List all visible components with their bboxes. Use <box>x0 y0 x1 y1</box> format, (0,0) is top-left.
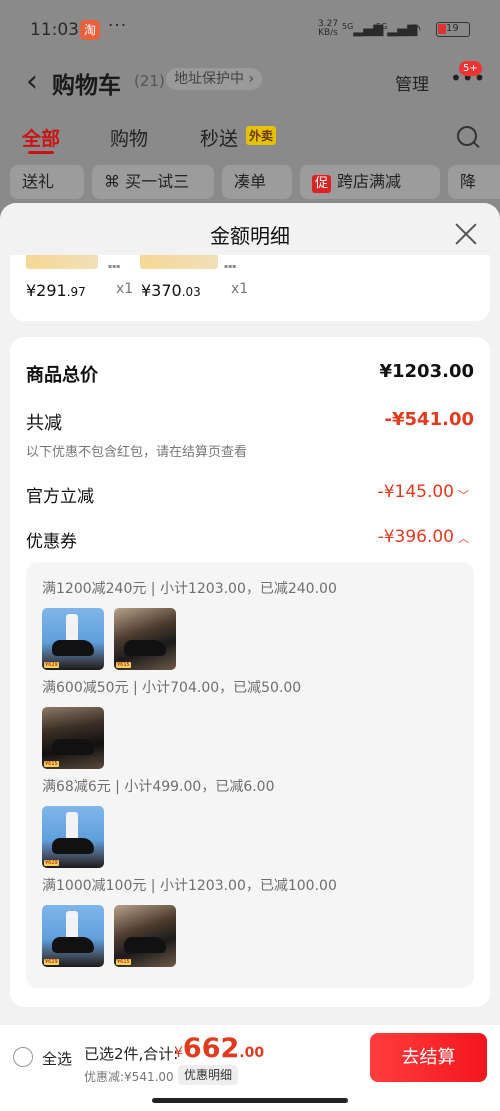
product-thumbnail[interactable]: ¥629 <box>42 608 104 670</box>
discount-detail-button[interactable]: 优惠明细 <box>178 1065 239 1085</box>
coupon-value[interactable]: -¥396.00 <box>310 527 454 547</box>
filter-chip-try[interactable]: ⌘ 买一试三 <box>92 165 214 199</box>
network-speed: 3.27 KB/s <box>318 19 339 38</box>
chevron-up-icon[interactable]: ︿ <box>458 530 469 546</box>
gift-icon: ⌘ <box>104 172 126 191</box>
tab-active-indicator <box>28 151 54 154</box>
selection-summary: 已选2件,合计: <box>84 1045 179 1063</box>
item-price: ¥291.97 <box>26 281 86 300</box>
filter-chip-bundle[interactable]: 凑单 <box>222 165 292 199</box>
coupon-rule: 满68减6元 | 小计499.00，已减6.00 <box>42 779 275 795</box>
status-bar: 11:03 淘 ··· 3.27 KB/s 5G▂▄▆ 5G▂▄▆ ◠ 19 <box>0 0 500 60</box>
official-discount-value[interactable]: -¥145.00 <box>310 482 454 502</box>
more-notifications-icon: ··· <box>108 16 128 36</box>
product-thumbnail[interactable]: ¥629 <box>42 806 104 868</box>
cart-count: (21) <box>134 72 165 90</box>
battery-icon: 19 <box>436 22 470 37</box>
sheet-title: 金额明细 <box>210 224 290 248</box>
discount-amount: 优惠减:¥541.00 <box>84 1070 174 1084</box>
search-icon[interactable] <box>457 126 477 146</box>
back-button[interactable]: ‹ <box>26 64 38 99</box>
address-protect-label: 地址保护中 › <box>174 71 255 87</box>
coupon-label: 优惠券 <box>26 532 77 552</box>
official-discount-label: 官方立减 <box>26 487 94 507</box>
total-amount: ¥662.00 <box>174 1033 265 1064</box>
notification-badge: 5+ <box>459 61 482 76</box>
address-protect-pill[interactable]: 地址保护中 › <box>166 68 263 90</box>
select-all-radio[interactable] <box>13 1047 33 1067</box>
filter-chip-cross-store[interactable]: 促跨店满减 <box>300 165 440 199</box>
waimai-tag: 外卖 <box>246 126 277 145</box>
product-thumbnail[interactable]: ¥615 <box>114 608 176 670</box>
coupon-rule: 满1200减240元 | 小计1203.00，已减240.00 <box>42 581 337 597</box>
product-thumbnail[interactable]: ¥629 <box>42 905 104 967</box>
select-all-label[interactable]: 全选 <box>42 1048 72 1069</box>
total-reduce-value: -¥541.00 <box>384 409 474 430</box>
manage-button[interactable]: 管理 <box>395 70 429 95</box>
product-thumbnail[interactable]: ¥615 <box>42 707 104 769</box>
item-thumbnail[interactable] <box>26 255 98 269</box>
taobao-app-icon: 淘 <box>80 20 100 40</box>
item-price: ¥370.03 <box>141 281 201 300</box>
chevron-down-icon[interactable]: ﹀ <box>458 487 469 503</box>
filter-chip-price-drop[interactable]: 降 <box>448 165 500 199</box>
product-thumbnail[interactable]: ¥615 <box>114 905 176 967</box>
close-icon[interactable] <box>454 222 478 246</box>
item-meta: ▪▪▪ <box>224 263 237 270</box>
checkout-button[interactable]: 去结算 <box>370 1033 487 1082</box>
home-indicator[interactable] <box>152 1098 348 1103</box>
page-title: 购物车 <box>52 73 121 99</box>
filter-chip-gift[interactable]: 送礼 <box>10 165 84 199</box>
tab-all[interactable]: 全部 <box>22 124 60 151</box>
total-price-value: ¥1203.00 <box>379 361 474 382</box>
tab-shopping[interactable]: 购物 <box>110 124 148 151</box>
item-qty: x1 <box>231 281 249 297</box>
item-thumbnail[interactable] <box>140 255 218 269</box>
total-price-label: 商品总价 <box>26 365 98 386</box>
total-reduce-label: 共减 <box>26 413 62 434</box>
clock: 11:03 <box>30 20 79 40</box>
item-qty: x1 <box>116 281 134 297</box>
item-meta: ▪▪▪ <box>108 263 121 270</box>
selected-items-card: ▪▪▪ ▪▪▪ ¥291.97 x1 ¥370.03 x1 <box>10 255 490 321</box>
promo-tag: 促 <box>312 175 332 193</box>
reduce-note: 以下优惠不包含红包，请在结算页查看 <box>26 445 248 460</box>
coupon-rule: 满1000减100元 | 小计1203.00，已减100.00 <box>42 878 337 894</box>
coupon-rule: 满600减50元 | 小计704.00，已减50.00 <box>42 680 302 696</box>
wifi-icon: ◠ <box>408 20 422 38</box>
tab-instant-delivery[interactable]: 秒送 <box>200 124 238 151</box>
